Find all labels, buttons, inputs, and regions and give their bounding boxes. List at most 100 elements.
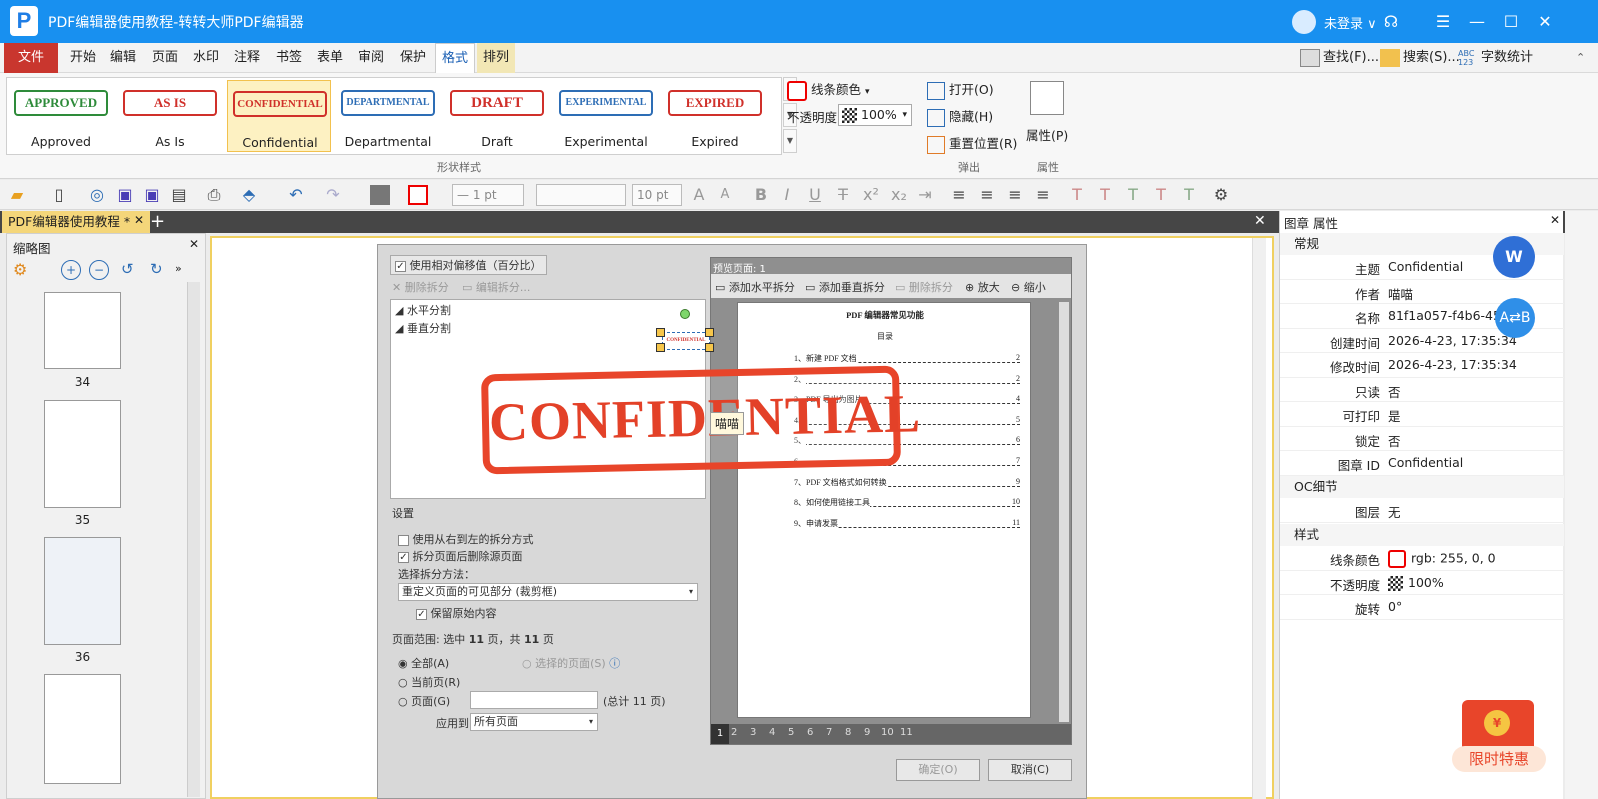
property-row[interactable]: 修改时间 2026-4-23, 17:35:34 [1280, 353, 1564, 378]
resize-handle[interactable] [656, 343, 665, 352]
opacity-select[interactable]: 100% ▾ [838, 104, 912, 126]
section-style[interactable]: 样式 [1280, 524, 1564, 546]
page-tab-2[interactable]: 2 [731, 727, 737, 738]
export-icon[interactable]: ▤ [168, 184, 190, 206]
ok-button[interactable]: 确定(O) [896, 759, 980, 781]
stamp-draft[interactable]: DRAFT Draft [445, 80, 549, 152]
close-properties-icon[interactable]: ✕ [1550, 213, 1560, 227]
line-width-select[interactable]: — 1 pt [452, 184, 524, 206]
menu-start[interactable]: 开始 [64, 43, 102, 73]
thumbnail-page-37[interactable] [44, 674, 121, 784]
font-family-select[interactable] [536, 184, 626, 206]
resize-handle[interactable] [656, 328, 665, 337]
close-tab-icon[interactable]: ✕ [134, 213, 144, 227]
delete-split-preview-button[interactable]: ▭ 删除拆分 [895, 279, 953, 295]
align-right-icon[interactable]: ≡ [1004, 184, 1026, 206]
menu-protect[interactable]: 保护 [394, 43, 432, 73]
document-tab[interactable]: PDF编辑器使用教程 * [2, 211, 150, 233]
add-horizontal-split-button[interactable]: ▭ 添加水平拆分 [715, 279, 795, 295]
gear-icon[interactable]: ⚙ [13, 260, 27, 279]
confidential-stamp[interactable]: CONFIDENTIAL [480, 365, 922, 475]
globe-icon[interactable]: ◎ [86, 184, 108, 206]
undo-icon[interactable]: ↶ [285, 184, 307, 206]
page-tab-7[interactable]: 7 [826, 727, 832, 738]
properties-icon[interactable] [1030, 81, 1064, 115]
delete-split-button[interactable]: ✕ 删除拆分 [392, 279, 449, 295]
align-left-icon[interactable]: ≡ [948, 184, 970, 206]
text-style-icon-3[interactable]: T [1122, 184, 1144, 206]
zoom-out-button[interactable]: ⊖ 缩小 [1011, 279, 1046, 295]
shrink-font-icon[interactable]: A [714, 184, 736, 206]
text-style-icon-5[interactable]: T [1178, 184, 1200, 206]
menu-format[interactable]: 格式 [435, 43, 476, 73]
more-icon[interactable]: » [175, 262, 182, 275]
range-current-radio[interactable]: ○ 当前页(R) [398, 674, 460, 690]
strikethrough-icon[interactable]: T [832, 184, 854, 206]
edit-split-button[interactable]: ▭ 编辑拆分... [462, 279, 530, 295]
stamp-approved[interactable]: APPROVED Approved [9, 80, 113, 152]
property-row[interactable]: 线条颜色 rgb: 255, 0, 0 [1280, 546, 1564, 571]
text-style-icon-1[interactable]: T [1066, 184, 1088, 206]
menu-icon[interactable]: ☰ [1430, 9, 1456, 35]
settings-doc-icon[interactable]: ⚙ [1210, 184, 1232, 206]
translate-float-icon[interactable]: A⇄B [1495, 298, 1535, 338]
collapse-ribbon-icon[interactable]: ⌃ [1576, 51, 1585, 64]
save-as-icon[interactable]: ▣ [141, 184, 163, 206]
page-tab-6[interactable]: 6 [807, 727, 813, 738]
properties-button[interactable]: 属性(P) [1026, 125, 1068, 144]
popup-reset-button[interactable]: 重置位置(R) [927, 133, 1017, 154]
justify-icon[interactable]: ≡ [1032, 184, 1054, 206]
search-tool[interactable]: 搜索(S)... [1380, 43, 1460, 73]
pages-input[interactable] [470, 691, 598, 709]
stamp-tool-icon[interactable]: ⬘ [238, 184, 260, 206]
new-tab-icon[interactable]: + [150, 211, 165, 233]
stamp-confidential[interactable]: CONFIDENTIAL Confidential [227, 80, 331, 152]
menu-arrange[interactable]: 排列 [477, 43, 516, 73]
tree-vertical[interactable]: ◢ 垂直分割 [395, 320, 451, 336]
open-folder-icon[interactable]: ▰ [6, 184, 28, 206]
range-pages-radio[interactable]: ○ 页面(G) [398, 693, 450, 709]
print-icon[interactable]: ⎙ [203, 184, 225, 206]
keep-original-checkbox[interactable]: ✓ 保留原始内容 [416, 605, 497, 621]
save-icon[interactable]: ▣ [114, 184, 136, 206]
find-tool[interactable]: 查找(F)... [1300, 43, 1379, 73]
menu-form[interactable]: 表单 [311, 43, 349, 73]
property-row[interactable]: 锁定否 [1280, 427, 1564, 451]
relative-offset-checkbox[interactable]: ✓ 使用相对偏移值（百分比） [390, 255, 547, 275]
resize-handle[interactable] [705, 343, 714, 352]
page-tab-5[interactable]: 5 [788, 727, 794, 738]
property-row[interactable]: 可打印是 [1280, 402, 1564, 427]
close-window-button[interactable]: ✕ [1532, 9, 1558, 35]
property-row[interactable]: 只读否 [1280, 378, 1564, 402]
preview-scrollbar[interactable] [1059, 302, 1069, 722]
popup-open-button[interactable]: 打开(O) [927, 79, 994, 100]
promo-label[interactable]: 限时特惠 [1452, 746, 1546, 772]
range-selected-radio[interactable]: ○ 选择的页面(S) ⓘ [522, 655, 620, 671]
delete-source-checkbox[interactable]: ✓ 拆分页面后删除源页面 [398, 548, 523, 564]
to-word-float-icon[interactable]: W [1493, 236, 1535, 278]
italic-icon[interactable]: I [776, 184, 798, 206]
page-tab-8[interactable]: 8 [845, 727, 851, 738]
text-style-icon-2[interactable]: T [1094, 184, 1116, 206]
stamp-experimental[interactable]: EXPERIMENTAL Experimental [554, 80, 658, 152]
apply-to-select[interactable]: 所有页面 ▾ [470, 713, 598, 731]
redo-icon[interactable]: ↷ [322, 184, 344, 206]
thumbnail-page-36[interactable] [44, 537, 121, 645]
thumbnail-page-34[interactable] [44, 292, 121, 369]
zoom-in-icon[interactable]: + [61, 260, 81, 280]
subscript-icon[interactable]: x₂ [888, 184, 910, 206]
grow-font-icon[interactable]: A [688, 184, 710, 206]
property-row[interactable]: 不透明度 100% [1280, 571, 1564, 595]
thumbnail-page-35[interactable] [44, 400, 121, 508]
minimize-button[interactable]: — [1464, 9, 1490, 35]
indent-icon[interactable]: ⇥ [914, 184, 936, 206]
font-size-select[interactable]: 10 pt [632, 184, 682, 206]
close-doc-icon[interactable]: ✕ [1254, 213, 1266, 229]
stamp-as-is[interactable]: AS IS As Is [118, 80, 222, 152]
rotate-right-icon[interactable]: ↻ [150, 260, 163, 278]
superscript-icon[interactable]: x² [860, 184, 882, 206]
menu-page[interactable]: 页面 [146, 43, 184, 73]
rotate-left-icon[interactable]: ↺ [121, 260, 134, 278]
rotate-handle[interactable] [680, 309, 690, 319]
stroke-color-swatch[interactable] [408, 185, 428, 205]
